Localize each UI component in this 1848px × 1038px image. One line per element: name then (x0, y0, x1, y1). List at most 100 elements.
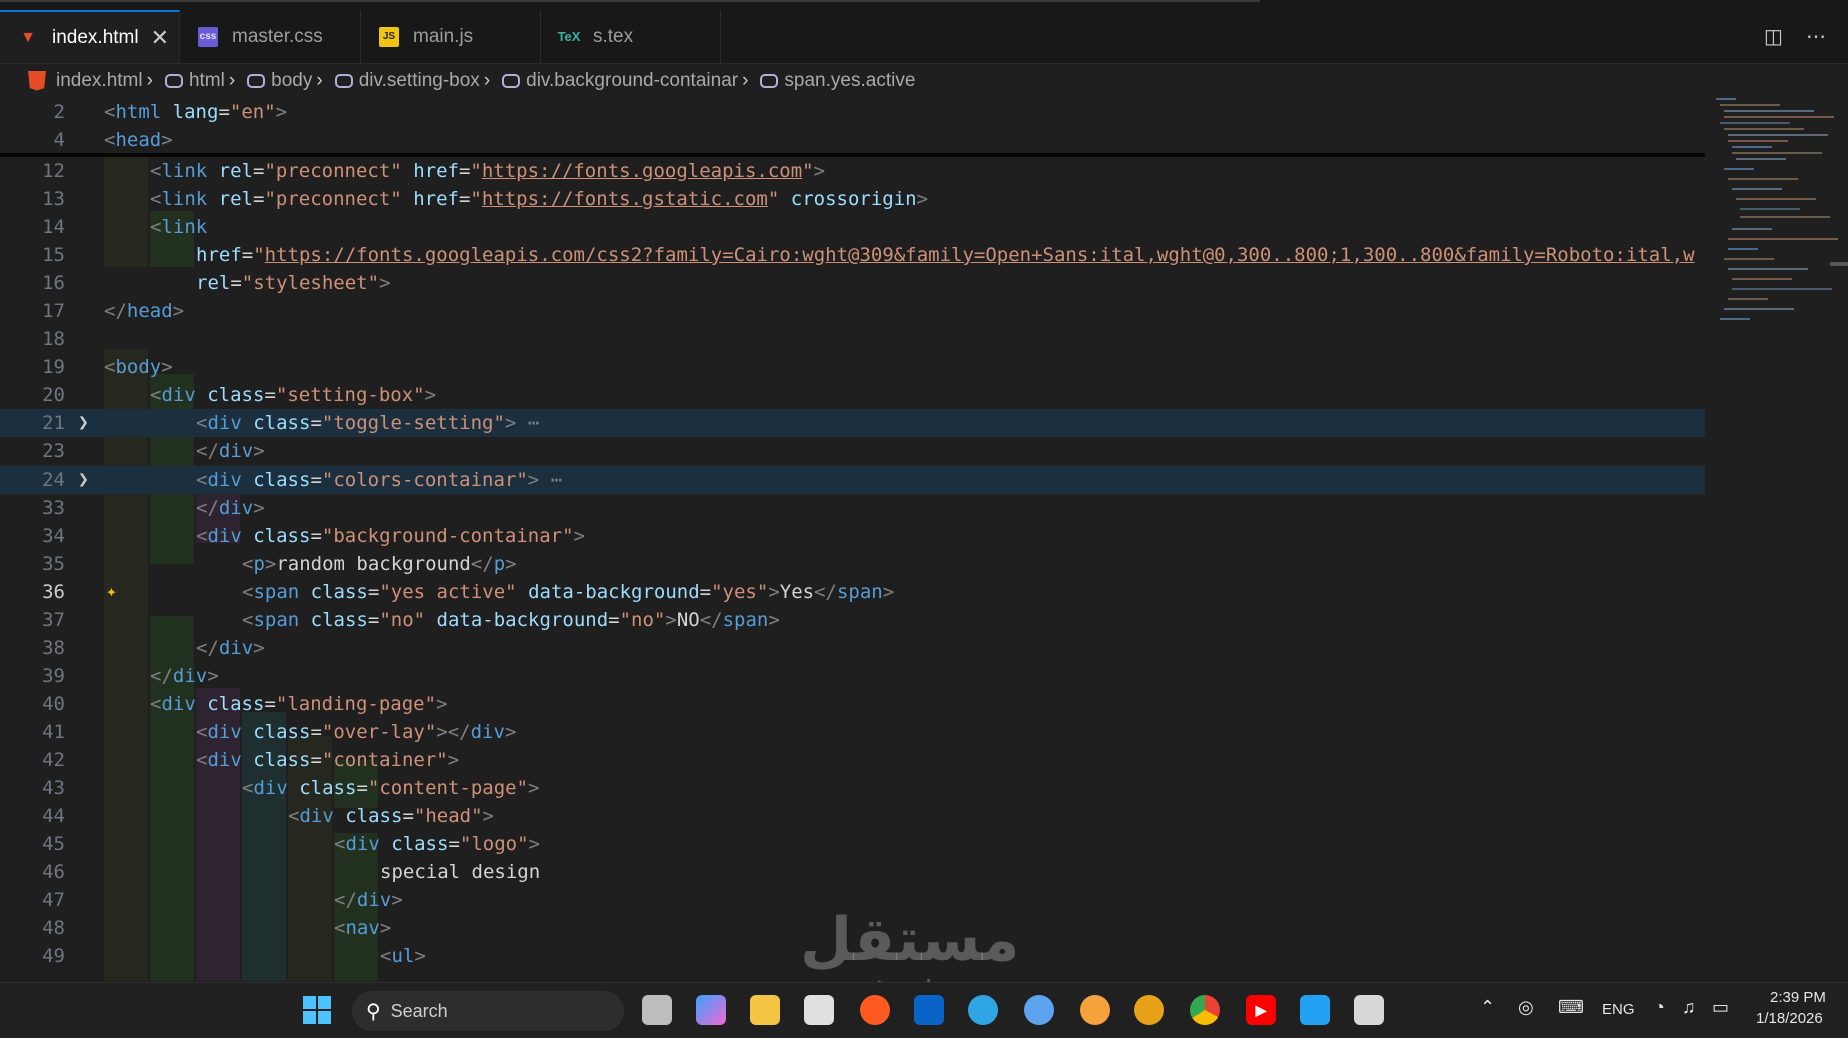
element-icon (760, 73, 779, 88)
chromium-icon[interactable] (1024, 995, 1054, 1025)
chevron-right-icon[interactable]: ❯ (78, 466, 89, 494)
language-indicator[interactable]: ENG (1602, 1001, 1635, 1018)
tab-master-css[interactable]: css master.css (180, 10, 361, 63)
minimap[interactable] (1710, 98, 1840, 981)
close-icon[interactable]: ✕ (151, 25, 169, 51)
tab-label: main.js (413, 25, 474, 47)
volume-icon[interactable]: ♫ (1682, 997, 1696, 1018)
code-text: <body> (104, 356, 173, 378)
code-line[interactable]: 45 <div class="logo"> (0, 830, 1705, 858)
breadcrumb-item[interactable]: div.background-containar › (494, 70, 752, 92)
code-text: <div class="head"> (288, 805, 494, 827)
breadcrumb-item[interactable]: body › (239, 70, 327, 92)
code-line[interactable]: 35 <p>random background</p> (0, 550, 1705, 578)
microsoft-store-icon[interactable] (804, 995, 834, 1025)
code-line-folded[interactable]: 24 ❯ <div class="colors-containar"> ⋯ (0, 466, 1705, 494)
line-number: 13 (42, 188, 65, 210)
tab-label: master.css (232, 25, 323, 47)
html5-icon (28, 70, 46, 91)
code-text: <div class="background-containar"> (196, 525, 586, 547)
chevron-up-icon[interactable]: ⌃ (1480, 997, 1495, 1018)
code-line[interactable]: 34 <div class="background-containar"> (0, 522, 1705, 550)
code-line[interactable]: 20 <div class="setting-box"> (0, 381, 1705, 409)
line-number: 47 (42, 889, 65, 911)
soundcloud-icon[interactable] (860, 995, 890, 1025)
vscode-icon[interactable] (1300, 995, 1330, 1025)
code-line[interactable]: 38 </div> (0, 634, 1705, 662)
code-text: special design (380, 861, 541, 883)
more-actions-icon[interactable]: ⋯ (1806, 24, 1826, 49)
taskbar: ⚲ Search ▶ ⌃ ◎ ⌨ ENG ◔ ♫ ▭ 2:39 PM 1/18/… (0, 982, 1848, 1038)
code-line[interactable]: 18 (0, 325, 1705, 353)
code-line[interactable]: 43 <div class="content-page"> (0, 774, 1705, 802)
clock-date[interactable]: 1/18/2026 (1756, 1010, 1823, 1027)
code-line[interactable]: 42 <div class="container"> (0, 746, 1705, 774)
code-line[interactable]: 16 rel="stylesheet"> (0, 269, 1705, 297)
brave-icon[interactable] (1080, 995, 1110, 1025)
code-text: </div> (334, 889, 403, 911)
breadcrumb-item[interactable]: index.html › (56, 70, 157, 92)
code-line[interactable]: 13 <link rel="preconnect" href="https://f… (0, 185, 1705, 213)
code-line[interactable]: 15 href="https://fonts.googleapis.com/css… (0, 241, 1705, 269)
battery-icon[interactable]: ▭ (1712, 997, 1729, 1018)
file-explorer-icon[interactable] (750, 995, 780, 1025)
lightbulb-sparkle-icon[interactable]: ✦ (106, 578, 117, 606)
element-icon (334, 73, 353, 88)
tray-app-icon[interactable]: ◎ (1518, 997, 1534, 1018)
code-line[interactable]: 39 </div> (0, 662, 1705, 690)
edge-icon[interactable] (968, 995, 998, 1025)
code-line[interactable]: 4 <head> (0, 126, 1705, 154)
taskbar-search[interactable]: ⚲ Search (352, 991, 624, 1031)
code-line[interactable]: 44 <div class="head"> (0, 802, 1705, 830)
tab-label: index.html (52, 26, 139, 48)
line-number: 33 (42, 497, 65, 519)
split-editor-icon[interactable]: ◫ (1764, 24, 1783, 49)
code-line[interactable]: 33 </div> (0, 494, 1705, 522)
youtube-icon[interactable]: ▶ (1246, 995, 1276, 1025)
code-line-folded[interactable]: 21 ❯ <div class="toggle-setting"> ⋯ (0, 409, 1705, 437)
chrome-icon[interactable] (1190, 995, 1220, 1025)
code-line[interactable]: 12 <link rel="preconnect" href="https://f… (0, 157, 1705, 185)
snipping-tool-icon[interactable] (1354, 995, 1384, 1025)
code-text: </head> (104, 300, 185, 322)
line-number: 16 (42, 272, 65, 294)
breadcrumb: index.html › html › body › div.setting-box ›… (0, 63, 1848, 98)
code-text: <link rel="preconnect" href="https://fon… (150, 188, 929, 210)
tab-s-tex[interactable]: TeX s.tex (541, 10, 721, 63)
chevron-right-icon: › (483, 69, 491, 91)
tab-main-js[interactable]: JS main.js (361, 10, 541, 63)
line-number: 23 (42, 440, 65, 462)
code-line[interactable]: 2 <html lang="en"> (0, 98, 1705, 126)
wifi-icon[interactable]: ◔ (1654, 997, 1665, 1018)
line-number: 41 (42, 721, 65, 743)
code-line[interactable]: 23 </div> (0, 437, 1705, 465)
code-line[interactable]: 46 special design (0, 858, 1705, 886)
code-line[interactable]: 41 <div class="over-lay"></div> (0, 718, 1705, 746)
windows-start-icon[interactable] (302, 995, 332, 1025)
line-number: 42 (42, 749, 65, 771)
code-line-current[interactable]: 36 ✦ <span class="yes active" data-backgro… (0, 578, 1705, 606)
outlook-icon[interactable] (914, 995, 944, 1025)
code-line[interactable]: 37 <span class="no" data-background="no">… (0, 606, 1705, 634)
code-text: <span class="yes active" data-background… (242, 581, 895, 603)
breadcrumb-item[interactable]: html › (157, 70, 239, 92)
breadcrumb-item[interactable]: div.setting-box › (327, 70, 494, 92)
task-view-icon[interactable] (642, 995, 672, 1025)
scrollbar-thumb[interactable] (1830, 262, 1848, 266)
code-text: </div> (196, 497, 265, 519)
code-line[interactable]: 40 <div class="landing-page"> (0, 690, 1705, 718)
code-line[interactable]: 19 <body> (0, 353, 1705, 381)
chevron-right-icon[interactable]: ❯ (78, 409, 89, 437)
breadcrumb-item[interactable]: span.yes.active (752, 70, 915, 92)
clock-time[interactable]: 2:39 PM (1770, 989, 1826, 1006)
browser-icon[interactable] (1134, 995, 1164, 1025)
code-text: <div class="colors-containar"> ⋯ (196, 469, 563, 491)
copilot-icon[interactable] (696, 995, 726, 1025)
line-number: 37 (42, 609, 65, 631)
line-number: 19 (42, 356, 65, 378)
code-line[interactable]: 14 <link (0, 213, 1705, 241)
keyboard-icon[interactable]: ⌨ (1558, 997, 1584, 1018)
tab-index-html[interactable]: ▼ index.html ✕ (0, 10, 180, 63)
code-editor[interactable]: 2 <html lang="en"> 4 <head> 12 <link rel="p… (0, 98, 1848, 981)
code-line[interactable]: 17 </head> (0, 297, 1705, 325)
